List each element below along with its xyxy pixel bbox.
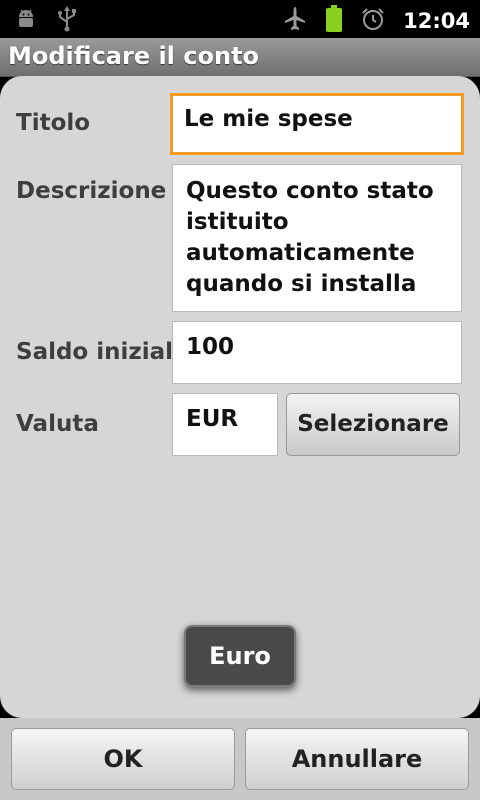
android-debug-icon bbox=[14, 7, 38, 35]
balance-label: Saldo inizial bbox=[16, 339, 174, 365]
currency-input[interactable]: EUR bbox=[172, 393, 278, 456]
title-label: Titolo bbox=[16, 110, 91, 136]
initial-balance-input[interactable]: 100 bbox=[172, 321, 462, 384]
bottom-button-bar: OK Annullare bbox=[0, 718, 480, 800]
title-input[interactable]: Le mie spese bbox=[170, 93, 464, 155]
description-label: Descrizione bbox=[16, 178, 167, 204]
currency-label: Valuta bbox=[16, 411, 99, 437]
airplane-icon bbox=[283, 6, 307, 36]
ok-button[interactable]: OK bbox=[11, 728, 235, 790]
alarm-icon bbox=[361, 7, 385, 35]
cancel-button[interactable]: Annullare bbox=[245, 728, 469, 790]
select-currency-button[interactable]: Selezionare bbox=[286, 393, 460, 456]
battery-icon bbox=[325, 5, 343, 37]
clock: 12:04 bbox=[403, 9, 470, 33]
page-title: Modificare il conto bbox=[8, 42, 260, 70]
title-bar: Modificare il conto bbox=[0, 38, 480, 77]
status-bar: 12:04 bbox=[0, 0, 480, 38]
toast-message: Euro bbox=[184, 625, 296, 687]
description-input[interactable]: Questo conto stato istituito automaticam… bbox=[172, 164, 462, 312]
usb-icon bbox=[56, 6, 78, 36]
